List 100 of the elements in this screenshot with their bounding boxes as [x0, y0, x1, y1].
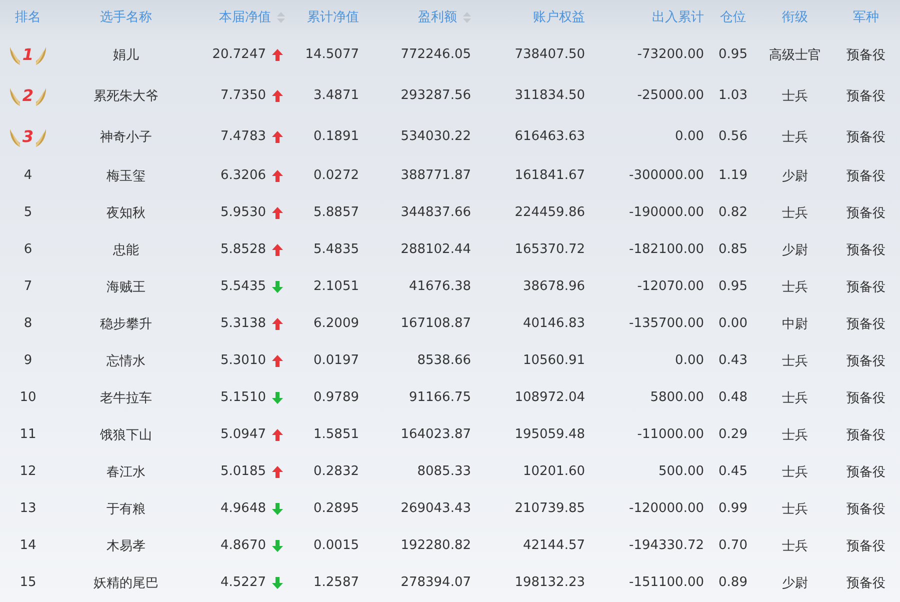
column-header[interactable]: 仓位: [720, 8, 746, 26]
table-cell: 0.29: [718, 427, 748, 442]
table-cell: 10201.60: [522, 464, 585, 479]
table-cell: 0.82: [718, 205, 748, 220]
table-cell: 0.9789: [314, 390, 359, 405]
table-cell: 0.00: [675, 353, 704, 368]
column-header[interactable]: 累计净值: [307, 8, 359, 26]
column-header[interactable]: 本届净值: [219, 8, 271, 26]
table-cell: 0.56: [718, 129, 748, 144]
table-cell: 0.2832: [314, 464, 359, 479]
table-cell-text: 预备役: [846, 204, 886, 222]
column-header[interactable]: 选手名称: [100, 8, 152, 26]
player-name: 夜知秋: [106, 204, 146, 222]
column-header[interactable]: 军种: [853, 8, 879, 26]
sort-icon[interactable]: [277, 12, 285, 22]
table-cell: 616463.63: [514, 129, 585, 144]
table-cell: 0.85: [718, 242, 748, 257]
player-name: 于有粮: [106, 500, 146, 518]
table-cell-text: 士兵: [782, 500, 808, 518]
table-cell: 42144.57: [522, 538, 585, 553]
table-cell: -73200.00: [637, 47, 704, 62]
player-name: 老牛拉车: [100, 390, 152, 406]
rank-number: 15: [20, 575, 36, 590]
table-cell: 20.7247: [212, 47, 266, 62]
column-header[interactable]: 排名: [15, 8, 41, 26]
table-cell: 210739.85: [514, 501, 585, 516]
table-cell-text: 预备役: [846, 278, 886, 296]
table-cell: 0.1891: [314, 129, 359, 144]
table-cell-text: 预备役: [846, 316, 886, 332]
table-cell-text: 士兵: [782, 204, 808, 222]
table-cell: -194330.72: [629, 538, 704, 553]
table-cell: 165370.72: [514, 242, 585, 257]
player-name: 忠能: [113, 242, 139, 258]
rank-number: 12: [20, 464, 36, 479]
table-cell: 0.89: [718, 575, 748, 590]
table-cell-text: 预备役: [846, 128, 886, 146]
table-cell: 0.95: [718, 279, 748, 294]
table-cell-text: 士兵: [782, 128, 808, 146]
column-header[interactable]: 账户权益: [533, 8, 585, 26]
sort-icon[interactable]: [463, 12, 471, 22]
table-cell: 195059.48: [514, 427, 585, 442]
table-cell-text: 高级士官: [769, 46, 821, 64]
table-cell: 5.5435: [220, 279, 266, 294]
table-cell-text: 预备役: [846, 46, 886, 64]
table-cell: -151100.00: [629, 575, 704, 590]
table-cell: 161841.67: [514, 168, 585, 183]
table-cell: 1.03: [718, 88, 748, 103]
table-cell: 6.2009: [314, 316, 359, 331]
table-cell: 0.45: [718, 464, 748, 479]
table-cell: 278394.07: [400, 575, 471, 590]
table-cell: 311834.50: [514, 88, 585, 103]
player-name: 饿狼下山: [100, 426, 152, 444]
column-header[interactable]: 衔级: [782, 8, 808, 26]
table-cell: 38678.96: [522, 279, 585, 294]
table-cell-text: 少尉: [782, 168, 808, 184]
table-cell: 269043.43: [400, 501, 471, 516]
player-name: 梅玉玺: [106, 168, 146, 184]
player-name: 神奇小子: [100, 128, 152, 146]
table-cell: 2.1051: [314, 279, 359, 294]
rank-number: 1: [22, 45, 34, 64]
table-cell: -182100.00: [629, 242, 704, 257]
table-cell: 0.0197: [314, 353, 359, 368]
rank-number: 5: [24, 205, 32, 220]
table-cell: 5.0947: [220, 427, 266, 442]
table-cell-text: 预备役: [846, 390, 886, 406]
table-cell-text: 预备役: [846, 464, 886, 480]
table-cell: 192280.82: [400, 538, 471, 553]
table-cell-text: 士兵: [782, 464, 808, 480]
table-cell: 108972.04: [514, 390, 585, 405]
table-cell: 4.8670: [220, 538, 266, 553]
column-header[interactable]: 出入累计: [652, 8, 704, 26]
table-cell: 6.3206: [220, 168, 266, 183]
table-cell: 0.2895: [314, 501, 359, 516]
table-cell: 5.3010: [220, 353, 266, 368]
table-cell: 167108.87: [400, 316, 471, 331]
column-header[interactable]: 盈利额: [418, 8, 457, 26]
table-cell: -120000.00: [629, 501, 704, 516]
table-cell-text: 预备役: [846, 352, 886, 370]
table-cell-text: 士兵: [782, 352, 808, 370]
table-cell: 738407.50: [514, 47, 585, 62]
table-cell-text: 预备役: [846, 574, 886, 592]
table-cell: 288102.44: [400, 242, 471, 257]
table-cell: 7.4783: [220, 129, 266, 144]
table-cell: 5.8857: [314, 205, 359, 220]
table-cell: 5.8528: [220, 242, 266, 257]
table-cell: 3.4871: [314, 88, 359, 103]
table-cell: 8538.66: [417, 353, 471, 368]
table-cell: 0.00: [675, 129, 704, 144]
player-name: 娟儿: [113, 46, 139, 64]
table-cell-text: 中尉: [782, 316, 808, 332]
table-cell: 1.19: [718, 168, 748, 183]
table-cell: -135700.00: [629, 316, 704, 331]
table-cell: 388771.87: [400, 168, 471, 183]
table-cell-text: 预备役: [846, 500, 886, 518]
player-name: 稳步攀升: [100, 316, 152, 332]
player-name: 木易孝: [106, 538, 146, 554]
table-cell: 5.3138: [220, 316, 266, 331]
rank-number: 14: [20, 538, 36, 553]
table-cell: 8085.33: [417, 464, 471, 479]
table-cell-text: 少尉: [782, 242, 808, 258]
